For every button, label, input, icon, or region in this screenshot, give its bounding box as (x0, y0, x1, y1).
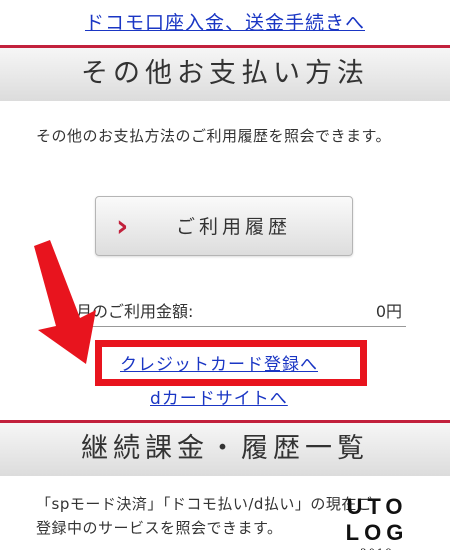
subscription-header: 継続課金・履歴一覧 (0, 420, 450, 476)
payment-page: ドコモ口座入金、送金手続きへ その他お支払い方法 その他のお支払方法のご利用履歴… (0, 0, 450, 550)
watermark-title: UTO LOG (345, 494, 409, 545)
watermark-logo: UTO LOG 2019 (312, 494, 442, 550)
